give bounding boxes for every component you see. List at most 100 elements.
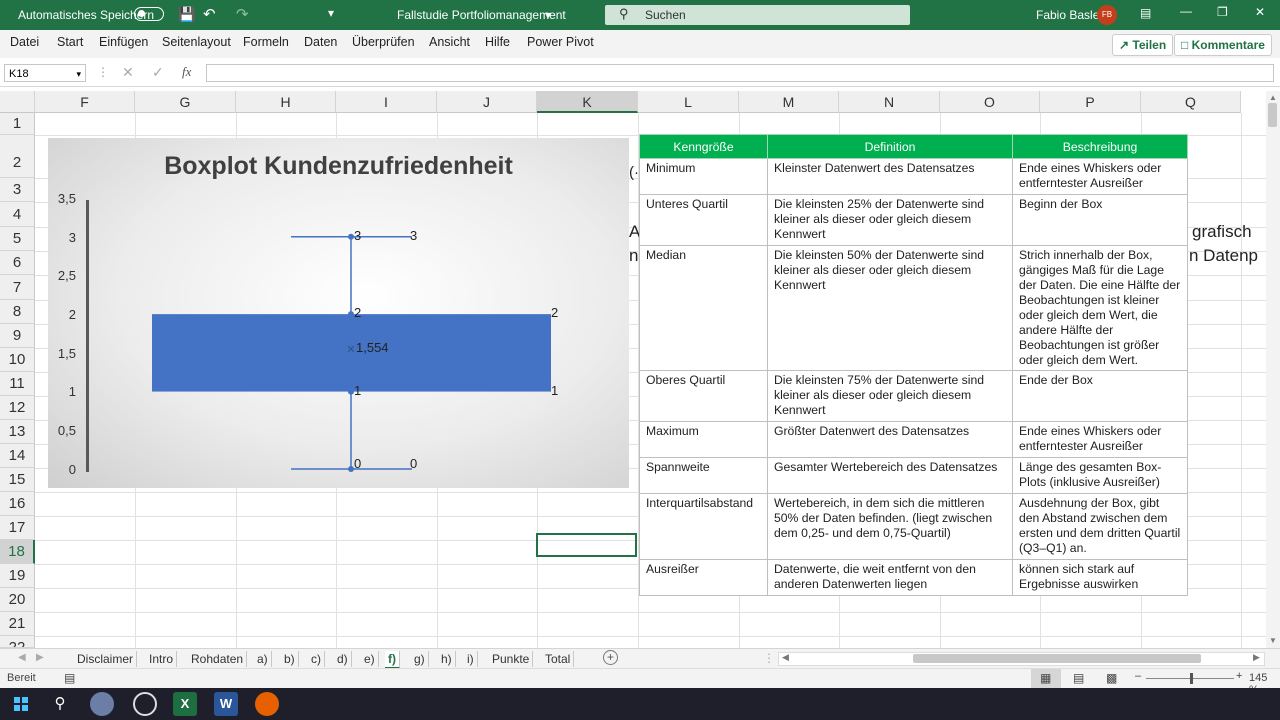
column-header-g[interactable]: G [135, 91, 236, 113]
sheet-tab-total[interactable]: Total [542, 651, 575, 667]
table-cell[interactable]: Unteres Quartil [639, 194, 768, 246]
windows-start-icon[interactable] [9, 692, 33, 716]
enter-icon[interactable]: ✓ [152, 64, 164, 81]
scroll-right-icon[interactable]: ▶ [1253, 652, 1260, 663]
row-header-18[interactable]: 18 [0, 540, 35, 564]
table-cell[interactable]: Minimum [639, 158, 768, 195]
column-header-j[interactable]: J [437, 91, 537, 113]
horizontal-scrollbar[interactable]: ◀ ▶ [778, 652, 1265, 666]
row-header-8[interactable]: 8 [0, 300, 35, 324]
tab-seitenlayout[interactable]: Seitenlayout [162, 35, 231, 49]
sheet-tab-e[interactable]: e) [361, 651, 379, 667]
row-header-2[interactable]: 2 [0, 135, 35, 178]
column-header-p[interactable]: P [1040, 91, 1141, 113]
search-box[interactable]: ⚲ Suchen [605, 5, 910, 25]
document-title[interactable]: Fallstudie Portfoliomanagement [397, 8, 566, 22]
macro-record-icon[interactable]: ▤ [64, 671, 75, 685]
avatar[interactable]: FB [1097, 5, 1117, 25]
sheet-tab-h[interactable]: h) [438, 651, 456, 667]
chevron-down-icon[interactable]: ▾ [76, 65, 81, 83]
row-header-6[interactable]: 6 [0, 251, 35, 275]
table-cell[interactable]: Die kleinsten 25% der Datenwerte sind kl… [767, 194, 1013, 246]
boxplot-chart[interactable]: Boxplot Kundenzufriedenheit 3,5 3 2,5 2 … [48, 138, 629, 488]
zoom-out-icon[interactable]: – [1135, 670, 1141, 682]
column-header-k[interactable]: K [537, 91, 638, 113]
tab-scroll-left-icon[interactable]: ◀ [18, 652, 26, 663]
row-header-17[interactable]: 17 [0, 516, 35, 540]
table-cell[interactable]: Maximum [639, 421, 768, 458]
table-header[interactable]: Beschreibung [1012, 134, 1188, 159]
table-cell[interactable]: Ende der Box [1012, 370, 1188, 422]
table-cell[interactable]: Ausreißer [639, 559, 768, 596]
comments-button[interactable]: □ Kommentare [1174, 34, 1272, 56]
page-layout-icon[interactable]: ▤ [1073, 671, 1084, 685]
add-sheet-icon[interactable]: + [603, 650, 618, 665]
row-header-1[interactable]: 1 [0, 113, 35, 135]
sheet-tab-rohdaten[interactable]: Rohdaten [188, 651, 248, 667]
close-icon[interactable]: ✕ [1255, 5, 1265, 19]
row-header-3[interactable]: 3 [0, 178, 35, 202]
tab-ansicht[interactable]: Ansicht [429, 35, 470, 49]
tab-daten[interactable]: Daten [304, 35, 337, 49]
scroll-thumb[interactable] [913, 654, 1201, 663]
tab-einfuegen[interactable]: Einfügen [99, 35, 148, 49]
column-header-l[interactable]: L [638, 91, 739, 113]
tab-formeln[interactable]: Formeln [243, 35, 289, 49]
column-header-q[interactable]: Q [1141, 91, 1241, 113]
tab-scroll-right-icon[interactable]: ▶ [36, 652, 44, 663]
sheet-tab-d[interactable]: d) [334, 651, 352, 667]
row-header-19[interactable]: 19 [0, 564, 35, 588]
sheet-tab-punkte[interactable]: Punkte [489, 651, 534, 667]
column-header-m[interactable]: M [739, 91, 839, 113]
tab-datei[interactable]: Datei [10, 35, 39, 49]
table-cell[interactable]: Spannweite [639, 457, 768, 494]
row-header-9[interactable]: 9 [0, 324, 35, 348]
row-header-12[interactable]: 12 [0, 396, 35, 420]
table-cell[interactable]: Gesamter Wertebereich des Datensatzes [767, 457, 1013, 494]
row-header-16[interactable]: 16 [0, 492, 35, 516]
table-header[interactable]: Kenngröße [639, 134, 768, 159]
row-header-20[interactable]: 20 [0, 588, 35, 612]
cancel-icon[interactable]: ✕ [122, 64, 134, 81]
table-cell[interactable]: Kleinster Datenwert des Datensatzes [767, 158, 1013, 195]
table-cell[interactable]: Die kleinsten 50% der Datenwerte sind kl… [767, 245, 1013, 371]
row-header-15[interactable]: 15 [0, 468, 35, 492]
copilot-icon[interactable] [90, 692, 114, 716]
firefox-icon[interactable] [255, 692, 279, 716]
scroll-up-icon[interactable]: ▲ [1269, 93, 1277, 102]
table-cell[interactable]: Ausdehnung der Box, gibt den Abstand zwi… [1012, 493, 1188, 560]
table-cell[interactable]: Oberes Quartil [639, 370, 768, 422]
row-header-4[interactable]: 4 [0, 202, 35, 227]
sheet-tab-c[interactable]: c) [308, 651, 325, 667]
sheet-tab-disclaimer[interactable]: Disclaimer [74, 651, 138, 667]
table-cell[interactable]: Beginn der Box [1012, 194, 1188, 246]
sheet-tab-a[interactable]: a) [254, 651, 272, 667]
search-icon[interactable]: ⚲ [48, 692, 72, 716]
table-cell[interactable]: Interquartilsabstand [639, 493, 768, 560]
sheet-tab-g[interactable]: g) [411, 651, 429, 667]
ribbon-display-icon[interactable]: ▤ [1140, 6, 1151, 20]
page-break-icon[interactable]: ▩ [1106, 671, 1117, 685]
scroll-left-icon[interactable]: ◀ [782, 652, 789, 663]
row-header-10[interactable]: 10 [0, 348, 35, 372]
tab-hilfe[interactable]: Hilfe [485, 35, 510, 49]
word-icon[interactable]: W [214, 692, 238, 716]
tab-start[interactable]: Start [57, 35, 83, 49]
column-header-f[interactable]: F [35, 91, 135, 113]
tab-ueberpruefen[interactable]: Überprüfen [352, 35, 415, 49]
undo-icon[interactable]: ↶ [203, 5, 216, 23]
excel-icon[interactable]: X [173, 692, 197, 716]
table-cell[interactable]: Die kleinsten 75% der Datenwerte sind kl… [767, 370, 1013, 422]
column-header-h[interactable]: H [236, 91, 336, 113]
select-all-corner[interactable] [0, 91, 35, 113]
row-header-22[interactable]: 22 [0, 636, 35, 648]
zoom-in-icon[interactable]: + [1236, 670, 1242, 682]
minimize-icon[interactable]: — [1180, 4, 1192, 18]
table-header[interactable]: Definition [767, 134, 1013, 159]
name-box[interactable]: K18 ▾ [4, 64, 86, 82]
restore-icon[interactable]: ❐ [1217, 5, 1228, 19]
row-header-21[interactable]: 21 [0, 612, 35, 636]
sheet-tab-b[interactable]: b) [281, 651, 299, 667]
column-header-i[interactable]: I [336, 91, 437, 113]
table-cell[interactable]: Ende eines Whiskers oder entferntester A… [1012, 158, 1188, 195]
